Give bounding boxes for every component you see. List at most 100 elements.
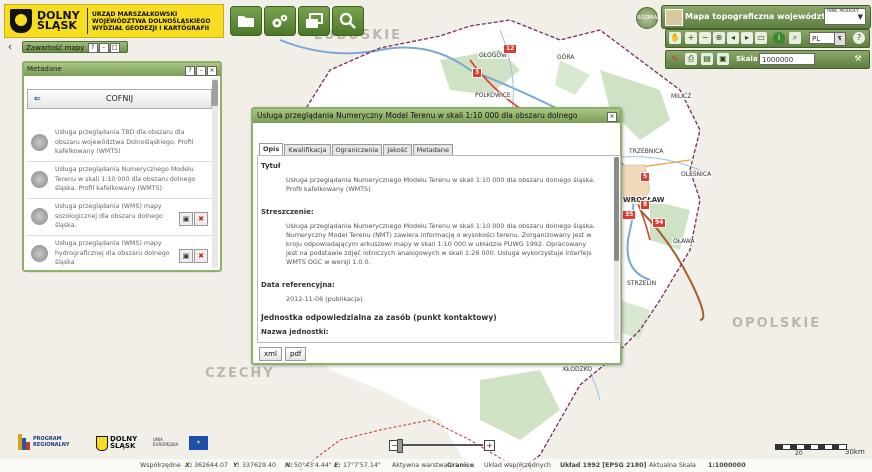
metadata-item-text: Usługa przeglądania (WMS) mapy sozologic… <box>55 203 163 229</box>
language-select[interactable]: PL <box>809 32 835 44</box>
back-button[interactable]: ⇐ COFNIJ <box>27 89 212 109</box>
eu-logo: UNIA EUROPEJSKA ✶ <box>153 434 213 452</box>
region-label-czechy: CZECHY <box>205 366 275 381</box>
windows-button[interactable] <box>298 6 330 36</box>
city-label: OŁAWA <box>672 238 696 245</box>
header-logo[interactable]: DOLNY ŚLĄSK URZĄD MARSZAŁKOWSKI WOJEWÓDZ… <box>4 4 224 38</box>
metadata-scrollbar[interactable] <box>212 78 218 268</box>
eu-logo-text: UNIA EUROPEJSKA <box>153 437 179 447</box>
pin-icon[interactable]: ⌖ <box>836 32 848 44</box>
n-label: N: <box>285 462 293 469</box>
metadata-list-item[interactable]: Usługa przeglądania Numerycznego Modelu … <box>27 162 217 199</box>
map-contents-tab[interactable]: Zawartość mapy ? – □ <box>22 41 128 53</box>
pencil-icon[interactable]: ✎ <box>669 53 681 65</box>
zoom-in-icon[interactable]: + <box>685 32 697 44</box>
wrench-icon[interactable]: ⚒ <box>852 53 864 65</box>
zoom-slider-track[interactable] <box>399 444 483 446</box>
metadata-list-item[interactable]: Usługa przeglądania (WMS) mapy hydrograf… <box>27 236 217 273</box>
current-scale-label: Aktualna Skala <box>649 462 696 469</box>
gears-icon <box>272 14 288 28</box>
crs-label: Układ współrzędnych <box>484 462 551 469</box>
pdf-button[interactable]: pdf <box>285 347 307 361</box>
metadata-list-item[interactable]: Usługa przeglądania (WMS) mapy sozologic… <box>27 199 217 236</box>
current-scale-value: 1:1000000 <box>708 462 746 469</box>
coordinates-label: Współrzędne <box>140 462 181 469</box>
map-selector-title: Mapa topograficzna województwa <box>685 12 839 21</box>
scrollbar-thumb[interactable] <box>212 80 218 106</box>
measure-icon[interactable]: ⌕ <box>789 32 801 44</box>
active-layer-label: Aktywna warstwa <box>392 462 448 469</box>
dialog-scrollbar[interactable] <box>614 157 619 341</box>
coat-of-arms-icon <box>10 9 32 33</box>
zoom-out-icon[interactable]: − <box>699 32 711 44</box>
dialog-title: Usługa przeglądania Numeryczny Model Ter… <box>257 111 578 120</box>
crs-value: Układ 1992 [EPSG 2180] <box>560 462 647 469</box>
metadata-panel: Metadane ? – × ⇐ COFNIJ Usługa przeglądani… <box>22 61 222 273</box>
latitude: 50°43'4.44" <box>294 462 332 469</box>
search-button[interactable] <box>332 6 364 36</box>
reference-date-text: 2012-11-06 (publikacja) <box>286 295 363 303</box>
search-icon <box>339 12 356 29</box>
active-layer-value: Granice <box>447 462 475 469</box>
close-icon[interactable]: × <box>607 112 617 122</box>
zoom-box-icon[interactable]: ▭ <box>755 32 767 44</box>
city-label: OLEŚNICA <box>680 171 713 178</box>
reference-date-heading: Data referencyjna: <box>261 281 335 289</box>
status-bar: Współrzędne X: 362644.07 Y: 337629.40 N:… <box>0 459 872 472</box>
zoom-in-button[interactable]: + <box>484 440 495 451</box>
forward-icon[interactable]: ▸ <box>741 32 753 44</box>
scrollbar-thumb[interactable] <box>614 157 619 261</box>
help-icon[interactable]: ? <box>87 43 98 53</box>
folder-icon <box>238 16 254 27</box>
collapse-panel-icon[interactable]: ‹ <box>4 41 16 53</box>
home-map-button[interactable]: ROZMIAR <box>636 7 661 29</box>
scale-label: Skala <box>736 55 758 63</box>
abstract-heading: Streszczenie: <box>261 208 314 216</box>
layers-icon[interactable]: ▤ <box>701 53 713 65</box>
city-label: GÓRA <box>556 54 576 61</box>
back-icon[interactable]: ◂ <box>727 32 739 44</box>
city-label: TRZEBNICA <box>628 148 665 155</box>
zoom-slider[interactable]: − + <box>389 439 495 453</box>
y-label: Y: <box>233 462 240 469</box>
arrow-left-icon: ⇐ <box>34 94 41 103</box>
help-icon[interactable]: ? <box>185 66 195 76</box>
zoom-extent-icon[interactable]: ⊕ <box>713 32 725 44</box>
metadata-list-item[interactable]: Usługa przeglądania TBD dla obszaru dla … <box>27 125 217 162</box>
metadata-item-text: Usługa przeglądania Numerycznego Modelu … <box>55 166 196 192</box>
remove-layer-icon[interactable]: ✖ <box>194 249 208 263</box>
scale-bar-label: 30km <box>845 448 865 456</box>
dialog-header: Usługa przeglądania Numeryczny Model Ter… <box>253 109 620 123</box>
add-layer-icon[interactable]: ▣ <box>179 212 193 226</box>
dolny-slask-logo: DOLNY ŚLĄSK <box>96 434 146 452</box>
close-icon[interactable]: × <box>207 66 217 76</box>
other-modules-label: INNE MODUŁY <box>827 9 859 14</box>
maximize-icon[interactable]: □ <box>109 43 120 53</box>
help-icon[interactable]: ? <box>853 32 865 44</box>
other-modules-select[interactable]: INNE MODUŁY ▼ <box>824 8 866 25</box>
logo-divider <box>87 8 88 34</box>
scale-input[interactable]: 1000000 <box>759 53 815 65</box>
pan-hand-icon[interactable]: ✋ <box>669 32 681 44</box>
city-label: MILICZ <box>670 93 693 100</box>
e-label: E: <box>334 462 341 469</box>
folder-button[interactable] <box>230 6 262 36</box>
settings-button[interactable] <box>264 6 296 36</box>
map-selector[interactable]: Mapa topograficzna województwa INNE MODU… <box>661 5 871 29</box>
eu-flag-icon: ✶ <box>189 436 208 450</box>
minimize-icon[interactable]: – <box>98 43 109 53</box>
xml-button[interactable]: xml <box>259 347 282 361</box>
zoom-slider-handle[interactable] <box>397 439 403 453</box>
metadata-item-text: Usługa przeglądania (WMS) mapy hydrograf… <box>55 240 170 266</box>
program-logo-text: PROGRAM REGIONALNY <box>33 436 70 448</box>
info-icon[interactable]: i <box>773 32 785 44</box>
add-layer-icon[interactable]: ▣ <box>179 249 193 263</box>
print-icon[interactable]: ⎙ <box>685 53 697 65</box>
x-coordinate: 362644.07 <box>194 462 229 469</box>
minimize-icon[interactable]: – <box>196 66 206 76</box>
road-number: 3 <box>472 68 483 78</box>
globe-icon <box>31 245 48 262</box>
save-icon[interactable]: ▣ <box>717 53 729 65</box>
back-button-label: COFNIJ <box>105 94 134 103</box>
remove-layer-icon[interactable]: ✖ <box>194 212 208 226</box>
